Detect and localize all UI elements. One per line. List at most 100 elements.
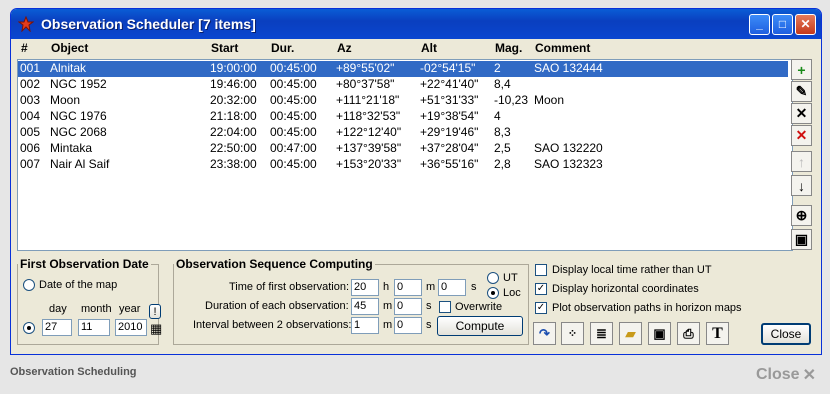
redo-arrow-icon: ↷ [539,325,550,341]
minimize-button[interactable]: _ [749,13,770,35]
col-header-dur[interactable]: Dur. [271,41,294,55]
cell-az: +122°12'40" [336,125,402,139]
cell-num: 007 [20,157,41,171]
horizontal-coords-checkbox[interactable]: ✓ [535,283,547,295]
month-input[interactable]: 11 [78,319,110,336]
window-title: Observation Scheduler [7 items] [41,16,256,32]
table-row[interactable]: 007 Nair Al Saif 23:38:00 00:45:00 +153°20'3… [18,157,788,173]
day-label: day [49,303,67,315]
title-bar[interactable]: Observation Scheduler [7 items] _ □ ✕ [11,9,821,39]
table-row[interactable]: 004 NGC 1976 21:18:00 00:45:00 +118°32'53" +1… [18,109,788,125]
sequence-legend: Observation Sequence Computing [176,257,373,271]
table-row[interactable]: 003 Moon 20:32:00 00:45:00 +111°21'18" +51°31… [18,93,788,109]
interval-second-input[interactable]: 0 [394,317,422,334]
cell-num: 002 [20,77,41,91]
table-row[interactable]: 002 NGC 1952 19:46:00 00:45:00 +80°37'58" +22… [18,77,788,93]
pencil-icon: ✎ [795,83,808,99]
maximize-button[interactable]: □ [772,13,793,35]
edit-button[interactable]: ✎ [791,81,812,102]
plot-paths-checkbox[interactable]: ✓ [535,302,547,314]
date-custom-radio[interactable] [23,322,35,334]
date-of-map-radio[interactable] [23,279,35,291]
cell-start: 22:50:00 [210,141,257,155]
interval-minute-input[interactable]: 1 [351,317,379,334]
year-input[interactable]: 2010 [115,319,147,336]
cell-dur: 00:45:00 [270,109,317,123]
move-down-button[interactable]: ↓ [791,175,812,196]
list-view-button[interactable]: ≣ [590,322,613,345]
text-button[interactable]: T [706,322,729,345]
local-time-checkbox[interactable] [535,264,547,276]
col-header-object[interactable]: Object [51,41,88,55]
time-second-input[interactable]: 0 [438,279,466,296]
close-icon: ✕ [800,17,811,31]
scatter-button[interactable]: ⁘ [561,322,584,345]
cell-alt: +19°38'54" [420,109,479,123]
open-button[interactable]: ▰ [619,322,642,345]
day-input[interactable]: 27 [42,319,72,336]
duration-second-unit: s [426,300,432,312]
text-t-icon: T [712,324,723,342]
time-minute-input[interactable]: 0 [394,279,422,296]
time-hour-input[interactable]: 20 [351,279,379,296]
cell-mag: 4 [494,109,501,123]
save-button[interactable]: ▣ [648,322,671,345]
col-header-num[interactable]: # [21,41,28,55]
col-header-mag[interactable]: Mag. [495,41,522,55]
cell-dur: 00:45:00 [270,125,317,139]
refresh-button[interactable]: ↷ [533,322,556,345]
cell-az: +153°20'33" [336,157,402,171]
loc-radio[interactable] [487,287,499,299]
close-x-icon: ✕ [802,367,816,384]
overwrite-checkbox[interactable] [439,301,451,313]
local-time-label: Display local time rather than UT [552,264,712,276]
table-row[interactable]: 001 Alnitak 19:00:00 00:45:00 +89°55'02" -02°… [18,61,788,77]
cell-object: NGC 1952 [50,77,107,91]
move-up-button[interactable]: ↑ [791,151,812,172]
col-header-az[interactable]: Az [337,41,352,55]
footer-close-button[interactable]: Close ✕ [756,365,816,385]
disk-icon: ▣ [653,325,666,341]
col-header-start[interactable]: Start [211,41,238,55]
duration-minute-input[interactable]: 45 [351,298,379,315]
delete-all-button[interactable]: ✕ [791,125,812,146]
cell-start: 20:32:00 [210,93,257,107]
cell-object: Mintaka [50,141,93,155]
print-button[interactable]: ⎙ [677,322,700,345]
cell-start: 19:46:00 [210,77,257,91]
cell-num: 003 [20,93,41,107]
plot-paths-label: Plot observation paths in horizon maps [552,302,742,314]
cell-start: 21:18:00 [210,109,257,123]
first-date-legend: First Observation Date [20,257,149,271]
close-button[interactable]: Close [761,323,811,345]
duration-second-input[interactable]: 0 [394,298,422,315]
cell-alt: +29°19'46" [420,125,479,139]
arrow-down-icon: ↓ [798,177,805,194]
table-row[interactable]: 005 NGC 2068 22:04:00 00:45:00 +122°12'40" +2… [18,125,788,141]
cell-object: NGC 2068 [50,125,107,139]
center-button[interactable]: ⊕ [791,205,812,226]
cell-dur: 00:47:00 [270,141,317,155]
calendar-icon[interactable]: ▦ [150,321,162,337]
cell-object: NGC 1976 [50,109,107,123]
col-header-alt[interactable]: Alt [421,41,437,55]
add-button[interactable]: + [791,59,812,80]
cell-num: 004 [20,109,41,123]
observation-list[interactable]: 001 Alnitak 19:00:00 00:45:00 +89°55'02" -02°… [17,59,793,251]
col-header-comment[interactable]: Comment [535,41,590,55]
duration-label: Duration of each observation: [205,300,349,312]
remove-button[interactable]: ✕ [791,103,812,124]
compute-button[interactable]: Compute [437,316,523,336]
table-row[interactable]: 006 Mintaka 22:50:00 00:47:00 +137°39'58" +37… [18,141,788,157]
cell-object: Alnitak [50,61,87,75]
cell-start: 23:38:00 [210,157,257,171]
date-bang-button[interactable]: ! [149,304,161,319]
minute-unit: m [426,281,436,293]
ut-radio[interactable] [487,272,499,284]
cell-comment: SAO 132323 [534,157,603,171]
save-list-button[interactable]: ▣ [791,229,812,250]
cell-mag: 2 [494,61,501,75]
cell-az: +80°37'58" [336,77,395,91]
close-window-button[interactable]: ✕ [795,13,816,35]
list-header: # Object Start Dur. Az Alt Mag. Comment [19,41,789,57]
